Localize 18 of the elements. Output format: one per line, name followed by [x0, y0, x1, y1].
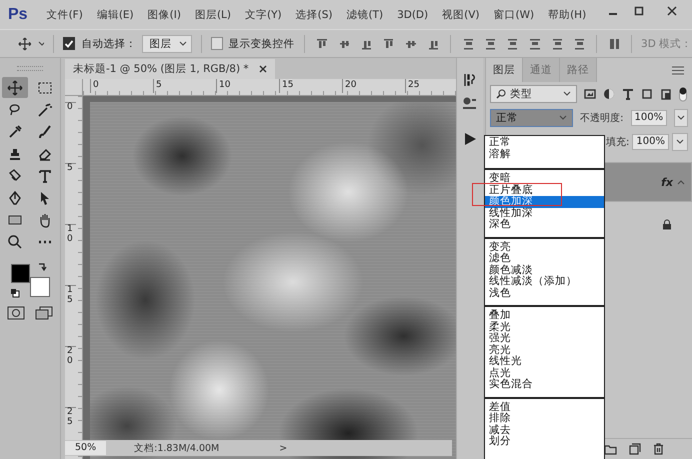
ruler-label: 5	[65, 163, 76, 224]
fill-label: 填充:	[606, 136, 630, 149]
opacity-label: 不透明度:	[580, 112, 624, 125]
ruler-label: 0	[65, 102, 76, 163]
auto-select-label: 自动选择：	[81, 36, 136, 50]
show-transform-label: 显示变换控件	[228, 36, 295, 50]
ruler-label: 0	[90, 79, 153, 93]
effects-label: fx	[661, 176, 673, 188]
ruler-label: 10	[216, 79, 279, 93]
ruler-label: 20	[342, 79, 405, 93]
ruler-label: 5	[153, 79, 216, 93]
app-logo: Ps	[7, 6, 29, 24]
ruler-label: 20	[65, 346, 76, 407]
document-info: 文档:1.83M/4.00M	[134, 442, 220, 454]
3d-mode-label: 3D 模式：	[641, 36, 692, 50]
ruler-label: 15	[65, 285, 76, 346]
ruler-label: 10	[65, 224, 76, 285]
ruler-label: 15	[279, 79, 342, 93]
